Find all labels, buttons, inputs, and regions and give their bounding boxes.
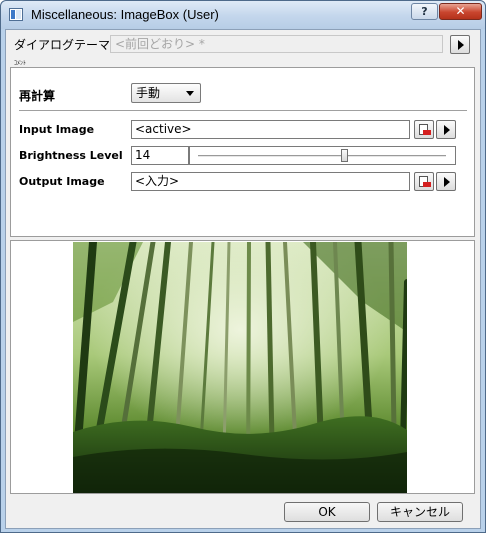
window-title: Miscellaneous: ImageBox (User) <box>31 7 219 22</box>
output-image-menu-button[interactable] <box>436 172 456 191</box>
worksheet-marker-icon <box>423 130 431 135</box>
output-image-browse-button[interactable] <box>414 172 434 191</box>
recalculate-value: 手動 <box>136 86 161 100</box>
arrow-right-icon <box>458 40 464 50</box>
theme-menu-button[interactable] <box>450 35 470 54</box>
dialog-window: Miscellaneous: ImageBox (User) ? ✕ ダイアログ… <box>0 0 486 533</box>
chevron-down-icon <box>186 91 194 96</box>
bamboo-forest-image <box>73 242 407 493</box>
close-button[interactable]: ✕ <box>439 3 482 20</box>
comment-label: ｺﾒﾝﾄ <box>14 60 27 67</box>
worksheet-marker-icon <box>423 182 431 187</box>
input-image-browse-button[interactable] <box>414 120 434 139</box>
brightness-level-field[interactable]: 14 <box>131 146 189 165</box>
output-image-field[interactable]: <入力> <box>131 172 410 191</box>
divider <box>19 110 467 111</box>
arrow-right-icon <box>444 125 450 135</box>
brightness-level-label: Brightness Level <box>19 149 123 162</box>
dialog-body: ダイアログテーマ <前回どおり> * ｺﾒﾝﾄ 再計算 手動 Input Ima… <box>5 29 481 529</box>
recalculate-dropdown[interactable]: 手動 <box>131 83 201 103</box>
output-image-label: Output Image <box>19 175 105 188</box>
help-button[interactable]: ? <box>411 3 438 20</box>
cancel-button[interactable]: キャンセル <box>377 502 463 522</box>
dialog-theme-field[interactable]: <前回どおり> * <box>110 35 443 53</box>
input-image-label: Input Image <box>19 123 95 136</box>
arrow-right-icon <box>444 177 450 187</box>
app-window-icon <box>9 8 23 21</box>
image-preview-panel <box>10 240 475 494</box>
brightness-slider[interactable] <box>189 146 456 165</box>
settings-panel: 再計算 手動 Input Image <active> Brightness L… <box>10 67 475 237</box>
slider-thumb[interactable] <box>341 149 349 162</box>
slider-track <box>198 155 446 158</box>
ok-button[interactable]: OK <box>284 502 370 522</box>
dialog-theme-label: ダイアログテーマ <box>14 38 111 52</box>
input-image-field[interactable]: <active> <box>131 120 410 139</box>
input-image-menu-button[interactable] <box>436 120 456 139</box>
recalculate-label: 再計算 <box>19 89 56 103</box>
title-bar[interactable]: Miscellaneous: ImageBox (User) ? ✕ <box>1 1 485 29</box>
